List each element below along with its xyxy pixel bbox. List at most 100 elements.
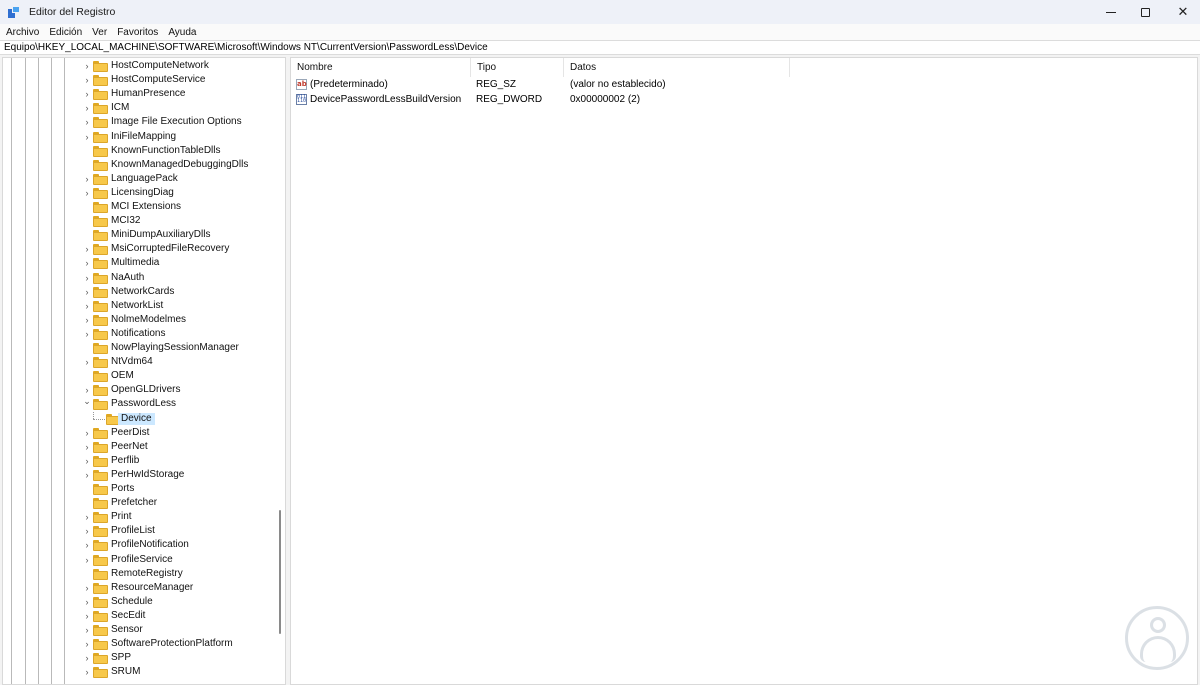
tree-item[interactable]: › ResourceManager	[3, 581, 273, 595]
tree-item-label: Print	[111, 511, 132, 523]
chevron-right-icon[interactable]: ›	[82, 244, 92, 254]
tree-item[interactable]: › MsiCorruptedFileRecovery	[3, 242, 273, 256]
tree-item[interactable]: › ICM	[3, 101, 273, 115]
tree-scrollbar-thumb[interactable]	[279, 510, 281, 634]
chevron-right-icon[interactable]: ›	[82, 357, 92, 367]
tree-item[interactable]: › Notifications	[3, 327, 273, 341]
column-header-tipo[interactable]: Tipo	[471, 58, 564, 77]
chevron-right-icon[interactable]: ›	[82, 385, 92, 395]
value-row[interactable]: ab (Predeterminado) REG_SZ (valor no est…	[291, 77, 991, 92]
chevron-right-icon[interactable]: ›	[82, 132, 92, 142]
column-header-nombre[interactable]: Nombre	[291, 58, 471, 77]
tree-item[interactable]: KnownFunctionTableDlls	[3, 144, 273, 158]
tree-item[interactable]: NowPlayingSessionManager	[3, 341, 273, 355]
chevron-right-icon[interactable]: ›	[82, 597, 92, 607]
values-pane[interactable]: Nombre Tipo Datos ab (Predeterminado) RE…	[290, 57, 1198, 685]
chevron-right-icon[interactable]: ›	[82, 442, 92, 452]
tree-item[interactable]: › NolmeModelmes	[3, 313, 273, 327]
chevron-right-icon[interactable]: ›	[82, 555, 92, 565]
chevron-right-icon[interactable]: ›	[82, 258, 92, 268]
tree-item[interactable]: › Perflib	[3, 454, 273, 468]
tree-item[interactable]: MiniDumpAuxiliaryDlls	[3, 228, 273, 242]
menu-archivo[interactable]: Archivo	[6, 27, 39, 38]
tree-item[interactable]: › LicensingDiag	[3, 186, 273, 200]
tree-item[interactable]: Device	[3, 411, 273, 426]
chevron-right-icon[interactable]: ›	[82, 470, 92, 480]
chevron-right-icon[interactable]: ›	[82, 315, 92, 325]
chevron-right-icon[interactable]: ›	[82, 583, 92, 593]
chevron-right-icon[interactable]: ›	[82, 639, 92, 649]
tree-item[interactable]: MCI Extensions	[3, 200, 273, 214]
tree-item[interactable]: › NetworkList	[3, 299, 273, 313]
tree-item[interactable]: › ProfileNotification	[3, 538, 273, 552]
tree-item[interactable]: › PerHwIdStorage	[3, 468, 273, 482]
tree-item[interactable]: › HumanPresence	[3, 87, 273, 101]
chevron-right-icon[interactable]: ›	[82, 540, 92, 550]
menu-edicion[interactable]: Edición	[49, 27, 82, 38]
tree-item[interactable]: › PeerDist	[3, 426, 273, 440]
chevron-right-icon[interactable]: ›	[82, 526, 92, 536]
tree-item-label: MsiCorruptedFileRecovery	[111, 243, 230, 255]
menu-favoritos[interactable]: Favoritos	[117, 27, 158, 38]
close-button[interactable]: ✕	[1160, 0, 1200, 24]
chevron-right-icon[interactable]: ›	[82, 117, 92, 127]
tree-item[interactable]: › IniFileMapping	[3, 130, 273, 144]
tree-item[interactable]: › ProfileList	[3, 524, 273, 538]
chevron-right-icon[interactable]: ›	[82, 273, 92, 283]
tree-item[interactable]: › SoftwareProtectionPlatform	[3, 637, 273, 651]
chevron-right-icon[interactable]: ›	[82, 512, 92, 522]
tree-item[interactable]: › Multimedia	[3, 256, 273, 270]
chevron-right-icon[interactable]: ›	[82, 89, 92, 99]
chevron-right-icon[interactable]: ›	[82, 301, 92, 311]
tree-item[interactable]: › NetworkCards	[3, 285, 273, 299]
chevron-right-icon[interactable]: ›	[82, 188, 92, 198]
tree-item[interactable]: › HostComputeService	[3, 73, 273, 87]
folder-icon	[93, 159, 108, 171]
tree-item[interactable]: KnownManagedDebuggingDlls	[3, 158, 273, 172]
tree-item[interactable]: › LanguagePack	[3, 172, 273, 186]
tree-item[interactable]: › ProfileService	[3, 553, 273, 567]
tree-item-label: Perflib	[111, 454, 140, 466]
chevron-right-icon[interactable]: ›	[82, 667, 92, 677]
chevron-right-icon[interactable]: ›	[82, 174, 92, 184]
tree-item[interactable]: MCI32	[3, 214, 273, 228]
chevron-right-icon[interactable]: ›	[82, 103, 92, 113]
tree-item[interactable]: › SRUM	[3, 665, 273, 679]
tree-item[interactable]: › SecEdit	[3, 609, 273, 623]
value-row[interactable]: 011 110 DevicePasswordLessBuildVersion RE…	[291, 92, 991, 107]
chevron-right-icon[interactable]: ›	[82, 61, 92, 71]
tree-item[interactable]: › PeerNet	[3, 440, 273, 454]
chevron-right-icon[interactable]: ›	[82, 625, 92, 635]
chevron-right-icon[interactable]: ›	[82, 456, 92, 466]
tree-item[interactable]: › Schedule	[3, 595, 273, 609]
folder-icon	[93, 512, 108, 524]
tree-item[interactable]: ⌄ PasswordLess	[3, 396, 273, 411]
folder-icon	[93, 300, 108, 312]
menu-ver[interactable]: Ver	[92, 27, 107, 38]
tree-item[interactable]: › NaAuth	[3, 271, 273, 285]
tree-item[interactable]: › HostComputeNetwork	[3, 59, 273, 73]
chevron-right-icon[interactable]: ›	[82, 611, 92, 621]
chevron-right-icon[interactable]: ›	[82, 653, 92, 663]
tree-item[interactable]: OEM	[3, 369, 273, 383]
chevron-right-icon[interactable]: ›	[82, 75, 92, 85]
tree-item[interactable]: Prefetcher	[3, 496, 273, 510]
menu-ayuda[interactable]: Ayuda	[168, 27, 196, 38]
tree-item[interactable]: › Image File Execution Options	[3, 115, 273, 129]
key-tree-pane[interactable]: › HostComputeNetwork › HostComputeService › H…	[2, 57, 286, 685]
tree-item[interactable]: › NtVdm64	[3, 355, 273, 369]
chevron-right-icon[interactable]: ›	[82, 287, 92, 297]
tree-item[interactable]: › SPP	[3, 651, 273, 665]
tree-item[interactable]: Ports	[3, 482, 273, 496]
address-bar[interactable]: Equipo\HKEY_LOCAL_MACHINE\SOFTWARE\Micro…	[0, 40, 1200, 55]
folder-icon	[93, 568, 108, 580]
tree-item[interactable]: RemoteRegistry	[3, 567, 273, 581]
column-header-datos[interactable]: Datos	[564, 58, 790, 77]
tree-item[interactable]: › Sensor	[3, 623, 273, 637]
tree-item-label: PeerNet	[111, 440, 148, 452]
tree-item[interactable]: › OpenGLDrivers	[3, 383, 273, 397]
tree-item[interactable]: › Print	[3, 510, 273, 524]
chevron-right-icon[interactable]: ›	[82, 428, 92, 438]
chevron-down-icon[interactable]: ⌄	[82, 396, 92, 406]
chevron-right-icon[interactable]: ›	[82, 329, 92, 339]
